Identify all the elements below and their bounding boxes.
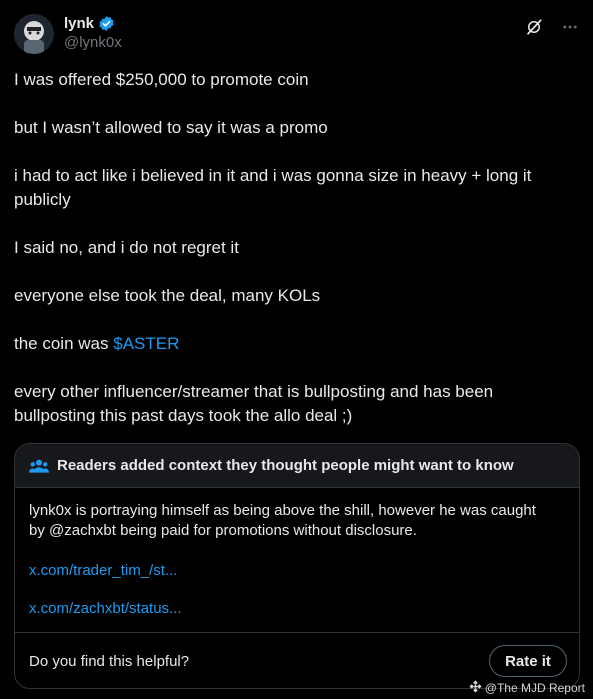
note-source-link[interactable]: x.com/trader_tim_/st... — [29, 562, 177, 579]
tweet-paragraph: I said no, and i do not regret it — [14, 238, 239, 257]
more-icon[interactable] — [561, 18, 579, 41]
author-block: lynk @lynk0x — [64, 15, 122, 51]
binance-logo-icon — [469, 680, 482, 696]
helpful-question: Do you find this helpful? — [29, 653, 190, 670]
tweet-paragraph: everyone else took the deal, many KOLs — [14, 286, 321, 305]
community-note-header: Readers added context they thought peopl… — [15, 444, 579, 488]
cashtag-link[interactable]: $ASTER — [113, 334, 179, 353]
rate-it-button[interactable]: Rate it — [489, 645, 567, 677]
tweet-text: I was offered $250,000 to promote coin b… — [14, 68, 573, 452]
tweet-paragraph: but I wasn’t allowed to say it was a pro… — [14, 118, 328, 137]
verified-badge-icon — [98, 15, 115, 32]
people-icon — [29, 457, 49, 475]
community-note-text: lynk0x is portraying himself as being ab… — [29, 502, 536, 539]
coin-text: the coin was — [14, 334, 114, 353]
tweet-paragraph: i had to act like i believed in it and i… — [14, 166, 532, 209]
avatar[interactable] — [14, 14, 54, 54]
tweet-paragraph: the coin was $ASTER — [14, 332, 573, 356]
grok-icon[interactable] — [525, 18, 543, 41]
community-note-title: Readers added context they thought peopl… — [57, 457, 514, 474]
tweet-header: lynk @lynk0x — [14, 14, 579, 58]
community-note: Readers added context they thought peopl… — [14, 443, 580, 689]
tweet-paragraph: I was offered $250,000 to promote coin — [14, 70, 309, 89]
display-name[interactable]: lynk — [64, 15, 94, 32]
note-source-link[interactable]: x.com/zachxbt/status... — [29, 600, 182, 617]
watermark-text: @The MJD Report — [484, 681, 585, 695]
watermark: @The MJD Report — [469, 680, 585, 696]
tweet-paragraph: every other influencer/streamer that is … — [14, 382, 494, 425]
handle[interactable]: @lynk0x — [64, 34, 122, 51]
